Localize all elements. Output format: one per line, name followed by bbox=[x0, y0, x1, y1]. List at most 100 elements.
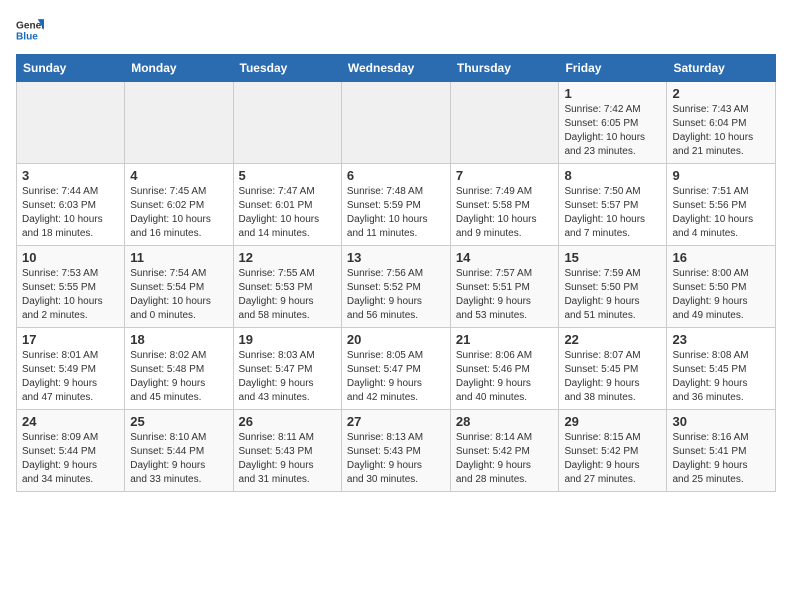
day-info: Sunrise: 7:54 AM Sunset: 5:54 PM Dayligh… bbox=[130, 267, 227, 323]
day-number: 6 bbox=[347, 168, 445, 183]
day-number: 19 bbox=[239, 332, 336, 347]
day-number: 2 bbox=[672, 86, 770, 101]
weekday-header: Thursday bbox=[450, 55, 559, 82]
day-number: 4 bbox=[130, 168, 227, 183]
calendar-cell: 8 Sunrise: 7:50 AM Sunset: 5:57 PM Daylig… bbox=[559, 164, 667, 246]
calendar-cell bbox=[125, 82, 233, 164]
calendar-cell: 22 Sunrise: 8:07 AM Sunset: 5:45 PM Dayli… bbox=[559, 328, 667, 410]
calendar-cell: 23 Sunrise: 8:08 AM Sunset: 5:45 PM Dayli… bbox=[667, 328, 776, 410]
day-info: Sunrise: 8:02 AM Sunset: 5:48 PM Dayligh… bbox=[130, 349, 227, 405]
calendar-cell: 19 Sunrise: 8:03 AM Sunset: 5:47 PM Dayli… bbox=[233, 328, 341, 410]
calendar-cell: 4 Sunrise: 7:45 AM Sunset: 6:02 PM Daylig… bbox=[125, 164, 233, 246]
day-info: Sunrise: 8:16 AM Sunset: 5:41 PM Dayligh… bbox=[672, 431, 770, 487]
calendar-table: SundayMondayTuesdayWednesdayThursdayFrid… bbox=[16, 54, 776, 492]
svg-text:Blue: Blue bbox=[16, 31, 38, 42]
calendar-cell: 21 Sunrise: 8:06 AM Sunset: 5:46 PM Dayli… bbox=[450, 328, 559, 410]
calendar-cell: 29 Sunrise: 8:15 AM Sunset: 5:42 PM Dayli… bbox=[559, 410, 667, 492]
day-info: Sunrise: 8:10 AM Sunset: 5:44 PM Dayligh… bbox=[130, 431, 227, 487]
day-info: Sunrise: 7:44 AM Sunset: 6:03 PM Dayligh… bbox=[22, 185, 119, 241]
calendar-cell: 1Sunrise: 7:42 AM Sunset: 6:05 PM Daylig… bbox=[559, 82, 667, 164]
day-info: Sunrise: 8:13 AM Sunset: 5:43 PM Dayligh… bbox=[347, 431, 445, 487]
day-number: 23 bbox=[672, 332, 770, 347]
calendar-cell: 12 Sunrise: 7:55 AM Sunset: 5:53 PM Dayli… bbox=[233, 246, 341, 328]
calendar-cell: 5Sunrise: 7:47 AM Sunset: 6:01 PM Daylig… bbox=[233, 164, 341, 246]
weekday-header: Saturday bbox=[667, 55, 776, 82]
day-number: 15 bbox=[564, 250, 661, 265]
day-info: Sunrise: 8:06 AM Sunset: 5:46 PM Dayligh… bbox=[456, 349, 554, 405]
day-info: Sunrise: 8:11 AM Sunset: 5:43 PM Dayligh… bbox=[239, 431, 336, 487]
day-number: 8 bbox=[564, 168, 661, 183]
logo: General Blue bbox=[16, 16, 44, 44]
day-info: Sunrise: 7:57 AM Sunset: 5:51 PM Dayligh… bbox=[456, 267, 554, 323]
day-info: Sunrise: 7:47 AM Sunset: 6:01 PM Dayligh… bbox=[239, 185, 336, 241]
calendar-cell: 2 Sunrise: 7:43 AM Sunset: 6:04 PM Daylig… bbox=[667, 82, 776, 164]
day-number: 27 bbox=[347, 414, 445, 429]
day-number: 13 bbox=[347, 250, 445, 265]
weekday-header: Friday bbox=[559, 55, 667, 82]
calendar-cell: 18 Sunrise: 8:02 AM Sunset: 5:48 PM Dayli… bbox=[125, 328, 233, 410]
day-number: 9 bbox=[672, 168, 770, 183]
day-info: Sunrise: 7:59 AM Sunset: 5:50 PM Dayligh… bbox=[564, 267, 661, 323]
weekday-header: Wednesday bbox=[341, 55, 450, 82]
day-info: Sunrise: 8:07 AM Sunset: 5:45 PM Dayligh… bbox=[564, 349, 661, 405]
calendar-cell: 3 Sunrise: 7:44 AM Sunset: 6:03 PM Daylig… bbox=[17, 164, 125, 246]
day-number: 11 bbox=[130, 250, 227, 265]
day-number: 26 bbox=[239, 414, 336, 429]
day-info: Sunrise: 8:05 AM Sunset: 5:47 PM Dayligh… bbox=[347, 349, 445, 405]
calendar-cell: 7 Sunrise: 7:49 AM Sunset: 5:58 PM Daylig… bbox=[450, 164, 559, 246]
day-number: 14 bbox=[456, 250, 554, 265]
day-info: Sunrise: 7:50 AM Sunset: 5:57 PM Dayligh… bbox=[564, 185, 661, 241]
day-info: Sunrise: 7:43 AM Sunset: 6:04 PM Dayligh… bbox=[672, 103, 770, 159]
calendar-cell: 30 Sunrise: 8:16 AM Sunset: 5:41 PM Dayli… bbox=[667, 410, 776, 492]
day-info: Sunrise: 8:09 AM Sunset: 5:44 PM Dayligh… bbox=[22, 431, 119, 487]
day-number: 20 bbox=[347, 332, 445, 347]
logo-icon: General Blue bbox=[16, 16, 44, 44]
header: General Blue bbox=[16, 16, 776, 44]
calendar-cell: 26 Sunrise: 8:11 AM Sunset: 5:43 PM Dayli… bbox=[233, 410, 341, 492]
calendar-cell bbox=[17, 82, 125, 164]
day-number: 22 bbox=[564, 332, 661, 347]
calendar-cell bbox=[341, 82, 450, 164]
day-info: Sunrise: 7:56 AM Sunset: 5:52 PM Dayligh… bbox=[347, 267, 445, 323]
day-number: 18 bbox=[130, 332, 227, 347]
calendar-cell: 9 Sunrise: 7:51 AM Sunset: 5:56 PM Daylig… bbox=[667, 164, 776, 246]
day-info: Sunrise: 7:51 AM Sunset: 5:56 PM Dayligh… bbox=[672, 185, 770, 241]
weekday-header: Sunday bbox=[17, 55, 125, 82]
day-info: Sunrise: 7:53 AM Sunset: 5:55 PM Dayligh… bbox=[22, 267, 119, 323]
day-info: Sunrise: 8:15 AM Sunset: 5:42 PM Dayligh… bbox=[564, 431, 661, 487]
calendar-cell: 10Sunrise: 7:53 AM Sunset: 5:55 PM Dayli… bbox=[17, 246, 125, 328]
day-info: Sunrise: 7:42 AM Sunset: 6:05 PM Dayligh… bbox=[564, 103, 661, 159]
weekday-header: Monday bbox=[125, 55, 233, 82]
calendar-cell bbox=[233, 82, 341, 164]
day-info: Sunrise: 8:00 AM Sunset: 5:50 PM Dayligh… bbox=[672, 267, 770, 323]
calendar-cell: 28 Sunrise: 8:14 AM Sunset: 5:42 PM Dayli… bbox=[450, 410, 559, 492]
day-number: 28 bbox=[456, 414, 554, 429]
calendar-cell: 14 Sunrise: 7:57 AM Sunset: 5:51 PM Dayli… bbox=[450, 246, 559, 328]
day-number: 17 bbox=[22, 332, 119, 347]
day-info: Sunrise: 8:01 AM Sunset: 5:49 PM Dayligh… bbox=[22, 349, 119, 405]
day-number: 21 bbox=[456, 332, 554, 347]
calendar-cell: 24 Sunrise: 8:09 AM Sunset: 5:44 PM Dayli… bbox=[17, 410, 125, 492]
day-info: Sunrise: 7:55 AM Sunset: 5:53 PM Dayligh… bbox=[239, 267, 336, 323]
day-info: Sunrise: 8:03 AM Sunset: 5:47 PM Dayligh… bbox=[239, 349, 336, 405]
calendar-cell: 15 Sunrise: 7:59 AM Sunset: 5:50 PM Dayli… bbox=[559, 246, 667, 328]
calendar-cell: 20 Sunrise: 8:05 AM Sunset: 5:47 PM Dayli… bbox=[341, 328, 450, 410]
day-number: 3 bbox=[22, 168, 119, 183]
calendar-cell: 16 Sunrise: 8:00 AM Sunset: 5:50 PM Dayli… bbox=[667, 246, 776, 328]
day-number: 7 bbox=[456, 168, 554, 183]
calendar-cell: 17 Sunrise: 8:01 AM Sunset: 5:49 PM Dayli… bbox=[17, 328, 125, 410]
day-number: 12 bbox=[239, 250, 336, 265]
weekday-header: Tuesday bbox=[233, 55, 341, 82]
day-number: 16 bbox=[672, 250, 770, 265]
day-number: 30 bbox=[672, 414, 770, 429]
calendar-cell: 11 Sunrise: 7:54 AM Sunset: 5:54 PM Dayli… bbox=[125, 246, 233, 328]
calendar-cell bbox=[450, 82, 559, 164]
day-info: Sunrise: 7:48 AM Sunset: 5:59 PM Dayligh… bbox=[347, 185, 445, 241]
calendar-cell: 27 Sunrise: 8:13 AM Sunset: 5:43 PM Dayli… bbox=[341, 410, 450, 492]
day-info: Sunrise: 7:45 AM Sunset: 6:02 PM Dayligh… bbox=[130, 185, 227, 241]
day-info: Sunrise: 8:08 AM Sunset: 5:45 PM Dayligh… bbox=[672, 349, 770, 405]
day-info: Sunrise: 7:49 AM Sunset: 5:58 PM Dayligh… bbox=[456, 185, 554, 241]
day-info: Sunrise: 8:14 AM Sunset: 5:42 PM Dayligh… bbox=[456, 431, 554, 487]
day-number: 29 bbox=[564, 414, 661, 429]
day-number: 24 bbox=[22, 414, 119, 429]
